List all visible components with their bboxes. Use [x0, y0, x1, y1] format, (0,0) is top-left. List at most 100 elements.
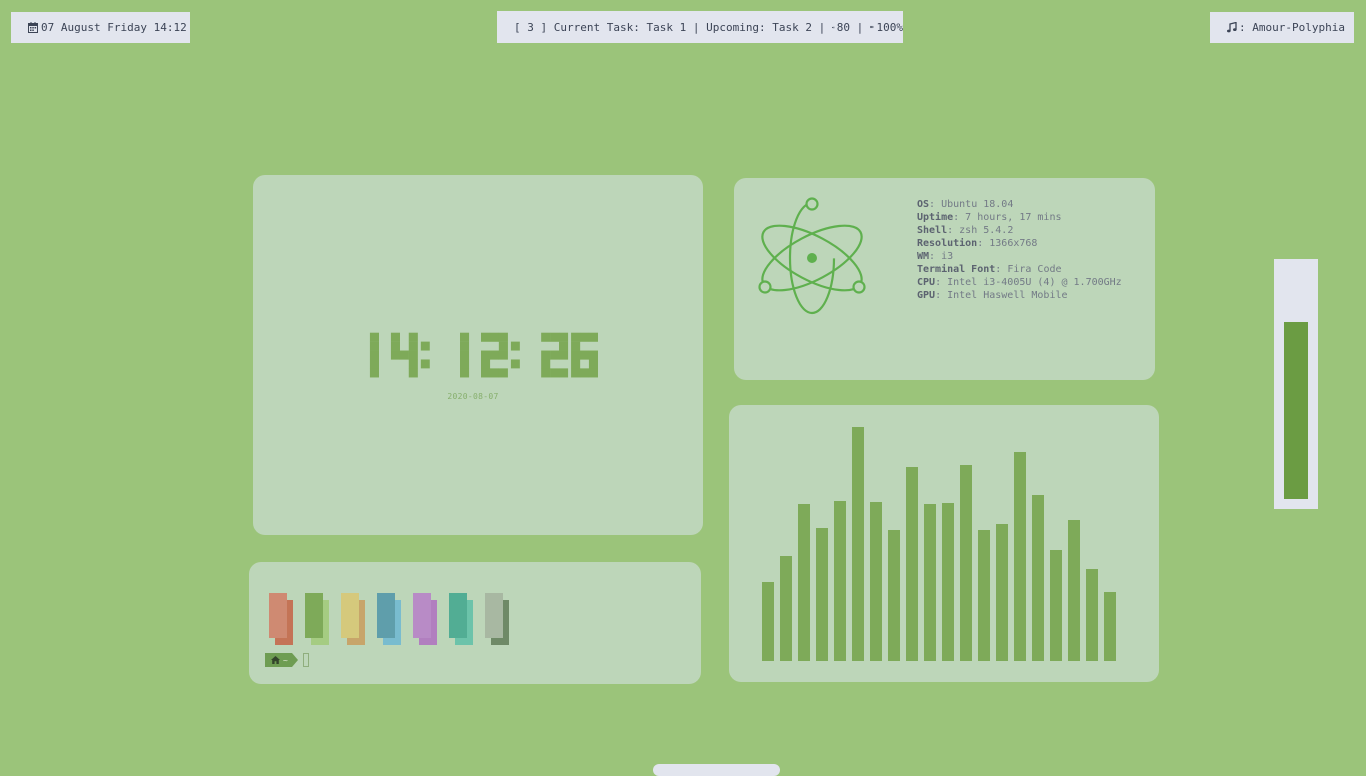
- workspace-indicator[interactable]: [ 3 ]: [514, 21, 547, 34]
- color-swatch-blue: [377, 593, 401, 645]
- clock-pixel: [589, 333, 598, 342]
- sysinfo-item: Resolution: 1366x768: [917, 237, 1122, 250]
- clock-pixel: [541, 351, 550, 360]
- sysinfo-key: CPU: [917, 277, 935, 288]
- calendar-icon: [28, 22, 38, 33]
- status-bar: [ 3 ] Current Task: Task 1 | Upcoming: T…: [497, 11, 903, 43]
- clock-pixel: [580, 351, 589, 360]
- clock-pixel: [481, 368, 490, 377]
- clock-digit: [571, 333, 598, 378]
- shell-prompt[interactable]: ~: [265, 653, 309, 667]
- audio-visualizer: [759, 421, 1119, 666]
- clock-pixel: [409, 351, 418, 360]
- home-icon: [271, 656, 280, 664]
- sysinfo-value: : Ubuntu 18.04: [929, 199, 1013, 210]
- volume-meter-fill: [1284, 322, 1308, 499]
- clock-pixel: [421, 342, 430, 351]
- clock-digit: [370, 333, 379, 378]
- clock-pixel: [490, 333, 499, 342]
- color-swatch-white: [485, 593, 509, 645]
- visualizer-bar: [942, 503, 954, 661]
- speaker-icon[interactable]: [832, 23, 835, 32]
- date-text: 07 August Friday 14:12: [41, 21, 187, 34]
- color-swatch-red: [269, 593, 293, 645]
- visualizer-bar: [978, 530, 990, 661]
- clock-digit: [391, 333, 418, 378]
- bottom-handle[interactable]: [653, 764, 780, 776]
- clock-digit: [481, 333, 508, 378]
- clock-pixel: [391, 351, 400, 360]
- music-note-icon: [1227, 22, 1237, 33]
- clock-pixel: [490, 368, 499, 377]
- sysinfo-value: : 1366x768: [977, 238, 1037, 249]
- clock-pixel: [571, 359, 580, 368]
- clock-pixel: [580, 368, 589, 377]
- visualizer-bar: [780, 556, 792, 661]
- clock-pixel: [370, 333, 379, 342]
- clock-pixel: [421, 359, 430, 368]
- clock-pixel: [499, 351, 508, 360]
- clock-pixel: [499, 342, 508, 351]
- visualizer-bar: [996, 524, 1008, 661]
- sysinfo-value: : zsh 5.4.2: [947, 225, 1013, 236]
- sysinfo-value: : Intel i3-4005U (4) @ 1.700GHz: [935, 277, 1122, 288]
- electron-atom-icon: [754, 196, 870, 318]
- current-task: Current Task: Task 1: [554, 21, 686, 34]
- color-swatch-yellow: [341, 593, 365, 645]
- clock-pixel: [400, 351, 409, 360]
- visualizer-bar: [1086, 569, 1098, 661]
- terminal-card[interactable]: ~: [249, 562, 701, 684]
- now-playing: : Amour-Polyphia: [1239, 21, 1345, 34]
- clock-pixel: [409, 359, 418, 368]
- clock-pixel: [391, 333, 400, 342]
- clock-pixel: [460, 333, 469, 342]
- system-info-list: OS: Ubuntu 18.04Uptime: 7 hours, 17 mins…: [917, 198, 1122, 302]
- visualizer-bar: [870, 502, 882, 661]
- clock-pixel: [481, 359, 490, 368]
- sysinfo-key: Uptime: [917, 212, 953, 223]
- clock-pixel: [511, 359, 520, 368]
- terminal-cursor: [303, 653, 309, 667]
- clock-card: 2020-08-07: [253, 175, 703, 535]
- clock-pixel: [559, 333, 568, 342]
- sysinfo-key: Shell: [917, 225, 947, 236]
- clock-pixel: [409, 342, 418, 351]
- volume-value: 80: [837, 21, 850, 34]
- clock-pixel: [541, 333, 550, 342]
- clock-colon: [421, 342, 430, 369]
- music-widget[interactable]: : Amour-Polyphia: [1210, 12, 1354, 43]
- color-swatch-cyan: [449, 593, 473, 645]
- upcoming-task: Upcoming: Task 2: [706, 21, 812, 34]
- clock-pixel: [550, 368, 559, 377]
- clock-pixel: [460, 351, 469, 360]
- clock-pixel: [370, 351, 379, 360]
- sysinfo-value: : Fira Code: [995, 264, 1061, 275]
- clock-digit: [460, 333, 469, 378]
- color-palette: [269, 592, 519, 648]
- visualizer-bar: [1032, 495, 1044, 661]
- clock-pixel: [391, 342, 400, 351]
- clock-pixel: [571, 342, 580, 351]
- clock-pixel: [499, 333, 508, 342]
- sysinfo-key: Resolution: [917, 238, 977, 249]
- clock-pixel: [370, 359, 379, 368]
- visualizer-bar: [1014, 452, 1026, 661]
- sysinfo-item: CPU: Intel i3-4005U (4) @ 1.700GHz: [917, 276, 1122, 289]
- sysinfo-item: OS: Ubuntu 18.04: [917, 198, 1122, 211]
- battery-value: 100%: [877, 21, 904, 34]
- visualizer-bar: [888, 530, 900, 661]
- clock-pixel: [511, 342, 520, 351]
- sysinfo-item: GPU: Intel Haswell Mobile: [917, 289, 1122, 302]
- visualizer-bar: [816, 528, 828, 661]
- clock-pixel: [481, 351, 490, 360]
- clock-pixel: [541, 359, 550, 368]
- clock-pixel: [490, 351, 499, 360]
- clock-pixel: [460, 368, 469, 377]
- clock-pixel: [580, 333, 589, 342]
- volume-meter[interactable]: [1274, 259, 1318, 509]
- sysinfo-value: : 7 hours, 17 mins: [953, 212, 1061, 223]
- date-widget[interactable]: 07 August Friday 14:12: [11, 12, 190, 43]
- clock-pixel: [559, 342, 568, 351]
- clock-pixel: [409, 333, 418, 342]
- clock-pixel: [370, 368, 379, 377]
